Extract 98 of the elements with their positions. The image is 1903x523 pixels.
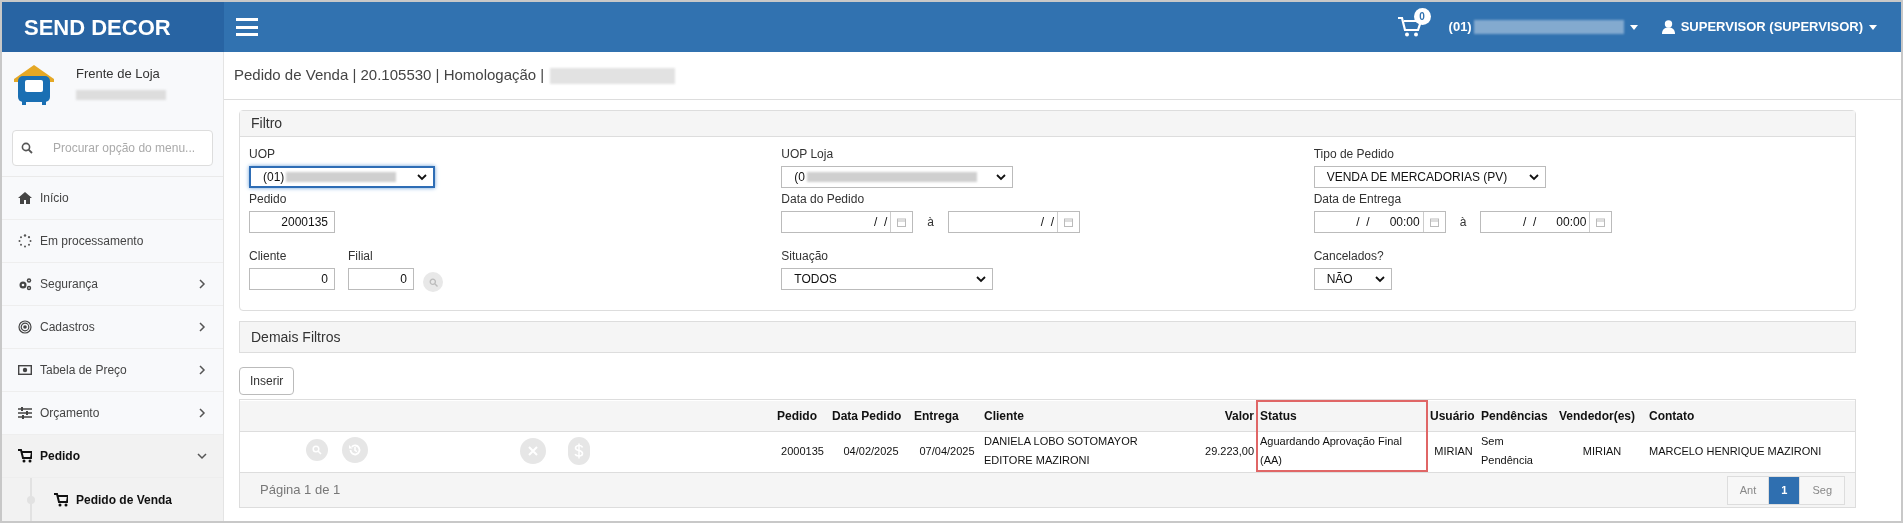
search-icon xyxy=(428,277,438,287)
table-cell: Aguardando Aprovação Final (AA) xyxy=(1260,434,1402,466)
target-icon xyxy=(18,320,32,334)
payment-button[interactable] xyxy=(568,436,590,465)
table-cell: MIRIAN xyxy=(1434,444,1473,457)
column-header: Valor xyxy=(1182,401,1257,431)
table-cell: MIRIAN xyxy=(1582,444,1622,457)
field-label: Cliente xyxy=(249,248,288,265)
field-label: UOP Loja xyxy=(781,146,835,163)
cart-icon xyxy=(54,492,68,507)
page-button[interactable]: Seg xyxy=(1799,475,1845,505)
column-header: Pendências xyxy=(1479,401,1557,431)
field-label: Filial xyxy=(348,248,374,265)
input-field[interactable]: 0 xyxy=(348,268,414,290)
dollar-icon xyxy=(574,442,584,459)
cart-icon xyxy=(18,449,32,463)
cancel-button[interactable] xyxy=(520,437,546,464)
calendar-icon xyxy=(1429,217,1439,227)
page-info: Página 1 de 1 xyxy=(260,481,341,500)
caret-icon xyxy=(1869,24,1877,30)
column-header: Status xyxy=(1257,401,1427,431)
sidebar-title: Frente de Loja xyxy=(76,65,161,83)
menu-item[interactable]: Tabela de Preço xyxy=(2,349,223,392)
column-header: Vendedor(es) xyxy=(1557,401,1647,431)
panel-title: Filtro xyxy=(251,114,283,133)
caret-icon xyxy=(1629,24,1638,30)
menu-icon[interactable] xyxy=(236,18,258,36)
history-button[interactable] xyxy=(342,437,368,464)
field-label: Data de Entrega xyxy=(1313,191,1403,208)
user-menu[interactable]: SUPERVISOR (SUPERVISOR) xyxy=(1680,17,1863,37)
dropdown[interactable]: (01) xyxy=(249,166,435,188)
dropdown[interactable]: (0 xyxy=(781,166,1014,188)
column-header: Usuário xyxy=(1427,401,1479,431)
banknote-icon xyxy=(18,363,32,377)
history-icon xyxy=(348,443,362,458)
dropdown[interactable]: TODOS xyxy=(781,268,994,290)
table-cell: 04/02/2025 xyxy=(843,444,899,457)
chevron-down-icon xyxy=(1374,275,1385,283)
sliders-icon xyxy=(18,406,32,420)
range-separator: à xyxy=(927,214,934,231)
field-label: Pedido xyxy=(249,191,288,208)
menu-item[interactable]: Início xyxy=(2,177,223,220)
panel-title: Demais Filtros xyxy=(251,327,341,347)
date-field[interactable]: / / 00:00 xyxy=(1480,211,1613,233)
search-field[interactable]: Procurar opção do menu... xyxy=(12,130,213,166)
table-cell: 07/04/2025 xyxy=(919,444,975,457)
chevron-down-icon xyxy=(976,275,987,283)
company-selector[interactable]: (01) xyxy=(1448,17,1472,37)
column-header: Contato xyxy=(1647,401,1855,431)
close-icon xyxy=(528,445,538,456)
user-icon xyxy=(1661,20,1675,34)
gears-icon xyxy=(18,277,32,291)
date-field[interactable]: / / xyxy=(781,211,914,233)
table-cell: Sem Pendência xyxy=(1481,435,1533,467)
insert-button[interactable]: Inserir xyxy=(239,367,295,395)
column-header: Cliente xyxy=(982,401,1182,431)
dropdown[interactable]: VENDA DE MERCADORIAS (PV) xyxy=(1313,166,1546,188)
column-header: Entrega xyxy=(912,401,982,431)
page-title: Pedido de Venda | 20.105530 | Homologação | xyxy=(234,65,545,86)
search-button[interactable] xyxy=(306,439,328,462)
field-label: UOP xyxy=(249,146,276,163)
date-field[interactable]: / / xyxy=(948,211,1080,233)
home-icon xyxy=(18,191,32,205)
range-separator: à xyxy=(1459,214,1467,231)
menu-item[interactable]: Cadastros xyxy=(2,306,223,349)
menu-item[interactable]: Em processamento xyxy=(2,220,223,263)
search-icon xyxy=(21,142,33,154)
chevron-down-icon xyxy=(996,173,1007,181)
dropdown[interactable]: NÃO xyxy=(1313,268,1392,290)
menu-item[interactable]: Pedido xyxy=(2,435,223,478)
calendar-icon xyxy=(897,217,907,227)
cart-count-badge: 0 xyxy=(1413,8,1431,25)
field-label: Data do Pedido xyxy=(781,191,866,208)
table-cell: 29.223,00 xyxy=(1205,444,1254,457)
chevron-down-icon xyxy=(1528,173,1539,181)
armchair-icon xyxy=(12,62,56,106)
spinner-icon xyxy=(18,234,32,248)
submenu-item[interactable]: Pedido de Venda xyxy=(2,478,223,521)
calendar-icon xyxy=(1596,217,1606,227)
page-button[interactable]: 1 xyxy=(1768,475,1801,505)
field-label: Tipo de Pedido xyxy=(1313,146,1395,163)
table-cell: MARCELO HENRIQUE MAZIRONI xyxy=(1649,444,1822,457)
field-label: Situação xyxy=(781,248,830,265)
calendar-icon xyxy=(1064,217,1073,227)
table-cell: DANIELA LOBO SOTOMAYOR EDITORE MAZIRONI xyxy=(984,435,1138,467)
field-label: Cancelados? xyxy=(1313,248,1385,265)
menu-item[interactable]: Segurança xyxy=(2,263,223,306)
input-field[interactable]: 0 xyxy=(249,268,335,290)
brand-logo: SEND DECOR xyxy=(24,13,171,42)
chevron-down-icon xyxy=(417,173,427,181)
tree-line xyxy=(27,478,35,521)
search-button[interactable] xyxy=(423,272,443,292)
table-cell: 2000135 xyxy=(781,444,824,457)
column-header: Data Pedido xyxy=(830,401,912,431)
search-icon xyxy=(312,445,322,456)
date-field[interactable]: / / 00:00 xyxy=(1313,211,1446,233)
input-field[interactable]: 2000135 xyxy=(249,211,335,233)
column-header: Pedido xyxy=(775,401,830,431)
